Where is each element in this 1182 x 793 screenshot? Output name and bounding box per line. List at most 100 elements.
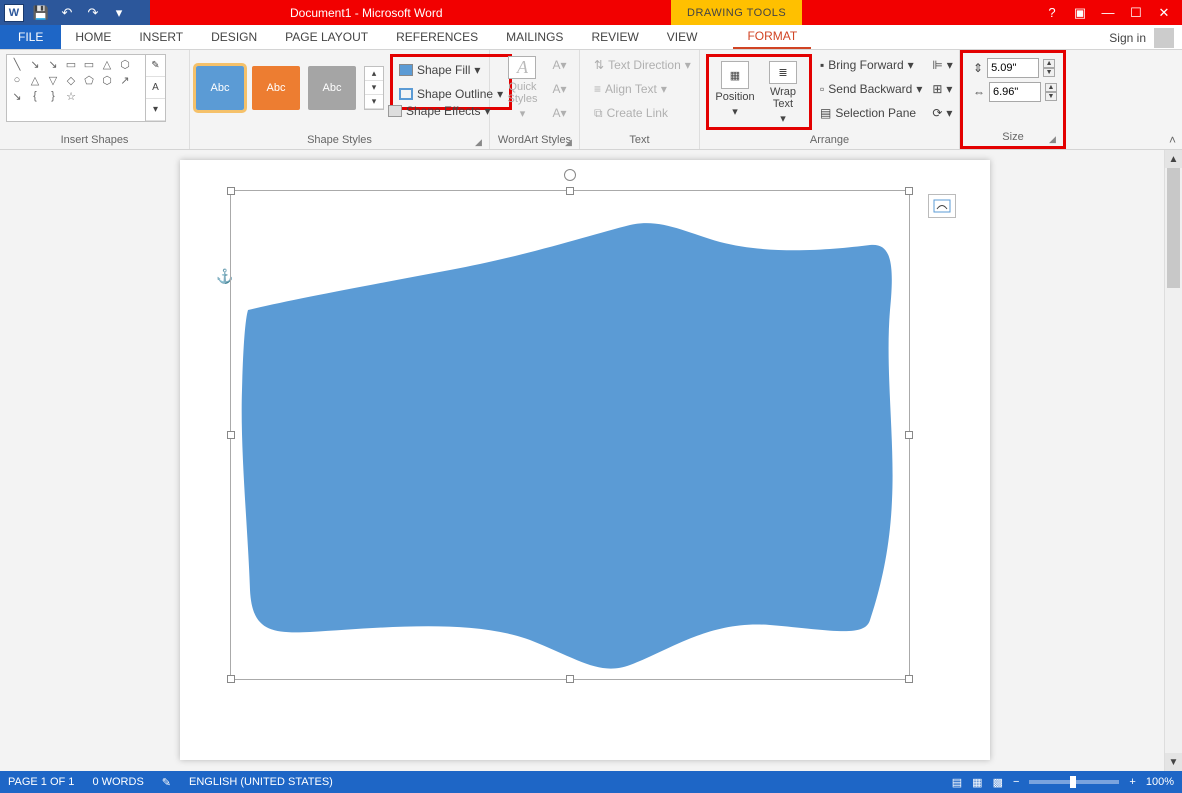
zoom-in-icon[interactable]: + bbox=[1129, 776, 1135, 788]
send-backward-button[interactable]: ▫Send Backward ▾ bbox=[816, 78, 926, 100]
style-swatch[interactable]: Abc bbox=[308, 66, 356, 110]
sign-in-label: Sign in bbox=[1109, 31, 1146, 45]
resize-handle[interactable] bbox=[227, 675, 235, 683]
document-area[interactable]: ⚓ bbox=[0, 150, 1164, 771]
style-gallery-more[interactable]: ▴▾▾ bbox=[364, 66, 384, 110]
dialog-launcher-icon[interactable]: ◢ bbox=[1049, 134, 1059, 144]
width-spinner[interactable]: ▲▼ bbox=[1045, 83, 1057, 101]
tab-references[interactable]: REFERENCES bbox=[382, 25, 492, 49]
maximize-icon[interactable]: ☐ bbox=[1122, 0, 1150, 25]
page-indicator[interactable]: PAGE 1 OF 1 bbox=[8, 776, 74, 788]
tab-design[interactable]: DESIGN bbox=[197, 25, 271, 49]
shape-glyph[interactable]: ◇ bbox=[63, 73, 79, 87]
height-spinner[interactable]: ▲▼ bbox=[1043, 59, 1055, 77]
shape-glyph[interactable]: ▭ bbox=[81, 57, 97, 71]
fill-bucket-icon bbox=[399, 64, 413, 76]
tab-page-layout[interactable]: PAGE LAYOUT bbox=[271, 25, 382, 49]
rotate-handle[interactable] bbox=[564, 169, 576, 181]
gallery-expand-icon[interactable]: ▾ bbox=[146, 99, 165, 121]
language-indicator[interactable]: ENGLISH (UNITED STATES) bbox=[189, 776, 333, 788]
tab-format[interactable]: FORMAT bbox=[733, 25, 811, 49]
resize-handle[interactable] bbox=[905, 431, 913, 439]
shape-glyph[interactable]: ▭ bbox=[63, 57, 79, 71]
wrap-text-button[interactable]: ≣ Wrap Text ▾ bbox=[759, 59, 807, 125]
align-button[interactable]: ⊫▾ bbox=[928, 54, 956, 76]
minimize-icon[interactable]: ― bbox=[1094, 0, 1122, 25]
dialog-launcher-icon[interactable]: ◢ bbox=[475, 137, 485, 147]
read-mode-icon[interactable]: ▤ bbox=[952, 776, 962, 789]
zoom-level[interactable]: 100% bbox=[1146, 776, 1174, 788]
zoom-slider[interactable] bbox=[1029, 780, 1119, 784]
shape-glyph[interactable]: △ bbox=[99, 57, 115, 71]
tab-review[interactable]: REVIEW bbox=[577, 25, 652, 49]
shape-glyph[interactable]: △ bbox=[27, 73, 43, 87]
scroll-up-icon[interactable]: ▲ bbox=[1165, 150, 1182, 168]
shape-glyph[interactable]: ↘ bbox=[9, 89, 25, 103]
shape-glyph[interactable]: ⬠ bbox=[81, 73, 97, 87]
width-input-row: ⇔ ▲▼ bbox=[973, 81, 1057, 103]
shape-glyph[interactable]: ⬡ bbox=[99, 73, 115, 87]
shape-glyph[interactable]: ↗ bbox=[117, 73, 133, 87]
close-icon[interactable]: ✕ bbox=[1150, 0, 1178, 25]
shape-glyph[interactable]: ⬡ bbox=[117, 57, 133, 71]
shape-glyph[interactable]: ↘ bbox=[27, 57, 43, 71]
rotate-button[interactable]: ⟳▾ bbox=[928, 102, 956, 124]
page[interactable]: ⚓ bbox=[180, 160, 990, 760]
shape-glyph[interactable]: } bbox=[45, 89, 61, 103]
shape-glyph[interactable]: ↘ bbox=[45, 57, 61, 71]
style-swatch-selected[interactable]: Abc bbox=[196, 66, 244, 110]
save-icon[interactable]: 💾 bbox=[28, 0, 54, 25]
shapes-gallery[interactable]: ╲ ↘ ↘ ▭ ▭ △ ⬡ ○ △ ▽ ◇ ⬠ ⬡ ↗ ↘ { } ☆ bbox=[6, 54, 146, 122]
edit-shape-icon[interactable]: ✎ bbox=[146, 55, 165, 77]
tab-insert[interactable]: INSERT bbox=[125, 25, 197, 49]
vertical-scrollbar[interactable]: ▲ ▼ bbox=[1164, 150, 1182, 771]
scroll-down-icon[interactable]: ▼ bbox=[1165, 753, 1182, 771]
bring-forward-button[interactable]: ▪Bring Forward ▾ bbox=[816, 54, 926, 76]
selection-pane-button[interactable]: ▤Selection Pane bbox=[816, 102, 926, 124]
group-button[interactable]: ⊞▾ bbox=[928, 78, 956, 100]
shape-width-input[interactable] bbox=[989, 82, 1041, 102]
selection-box[interactable] bbox=[230, 190, 910, 680]
style-swatch[interactable]: Abc bbox=[252, 66, 300, 110]
shape-glyph[interactable]: ☆ bbox=[63, 89, 79, 103]
web-layout-icon[interactable]: ▩ bbox=[993, 776, 1003, 789]
layout-options-icon[interactable] bbox=[928, 194, 956, 218]
tab-view[interactable]: VIEW bbox=[653, 25, 712, 49]
zoom-out-icon[interactable]: − bbox=[1013, 776, 1019, 788]
shape-style-gallery[interactable]: Abc Abc Abc ▴▾▾ bbox=[196, 54, 384, 122]
resize-handle[interactable] bbox=[227, 431, 235, 439]
shapes-gallery-more[interactable]: ✎ A ▾ bbox=[146, 54, 166, 122]
group-shape-styles: Abc Abc Abc ▴▾▾ Shape Fill▾ Shape Outlin… bbox=[190, 50, 490, 149]
dialog-launcher-icon[interactable]: ◢ bbox=[565, 137, 575, 147]
qat-dropdown-icon[interactable]: ▾ bbox=[106, 0, 132, 25]
undo-icon[interactable]: ↶ bbox=[54, 0, 80, 25]
shape-glyph[interactable]: ▽ bbox=[45, 73, 61, 87]
tab-file[interactable]: FILE bbox=[0, 25, 61, 49]
shape-effects-button[interactable]: Shape Effects▾ bbox=[384, 100, 495, 122]
redo-icon[interactable]: ↷ bbox=[80, 0, 106, 25]
proofing-icon[interactable]: ✎ bbox=[162, 776, 171, 789]
shape-glyph[interactable]: ○ bbox=[9, 73, 25, 87]
sign-in[interactable]: Sign in bbox=[1109, 25, 1174, 50]
word-count[interactable]: 0 WORDS bbox=[92, 776, 143, 788]
resize-handle[interactable] bbox=[566, 675, 574, 683]
shape-glyph[interactable]: ╲ bbox=[9, 57, 25, 71]
position-button[interactable]: ▦ Position ▾ bbox=[711, 59, 759, 125]
resize-handle[interactable] bbox=[905, 675, 913, 683]
shape-height-input[interactable] bbox=[987, 58, 1039, 78]
scroll-thumb[interactable] bbox=[1167, 168, 1180, 288]
collapse-ribbon-icon[interactable]: ˄ bbox=[1169, 133, 1176, 147]
ribbon-display-icon[interactable]: ▣ bbox=[1066, 0, 1094, 25]
tab-home[interactable]: HOME bbox=[61, 25, 125, 49]
zoom-slider-thumb[interactable] bbox=[1070, 776, 1076, 788]
help-icon[interactable]: ? bbox=[1038, 0, 1066, 25]
resize-handle[interactable] bbox=[227, 187, 235, 195]
shape-glyph[interactable]: { bbox=[27, 89, 43, 103]
print-layout-icon[interactable]: ▦ bbox=[972, 776, 982, 789]
word-app-icon[interactable]: W bbox=[4, 4, 24, 22]
text-box-icon[interactable]: A bbox=[146, 77, 165, 99]
resize-handle[interactable] bbox=[905, 187, 913, 195]
resize-handle[interactable] bbox=[566, 187, 574, 195]
tab-mailings[interactable]: MAILINGS bbox=[492, 25, 577, 49]
width-icon: ⇔ bbox=[973, 85, 985, 99]
